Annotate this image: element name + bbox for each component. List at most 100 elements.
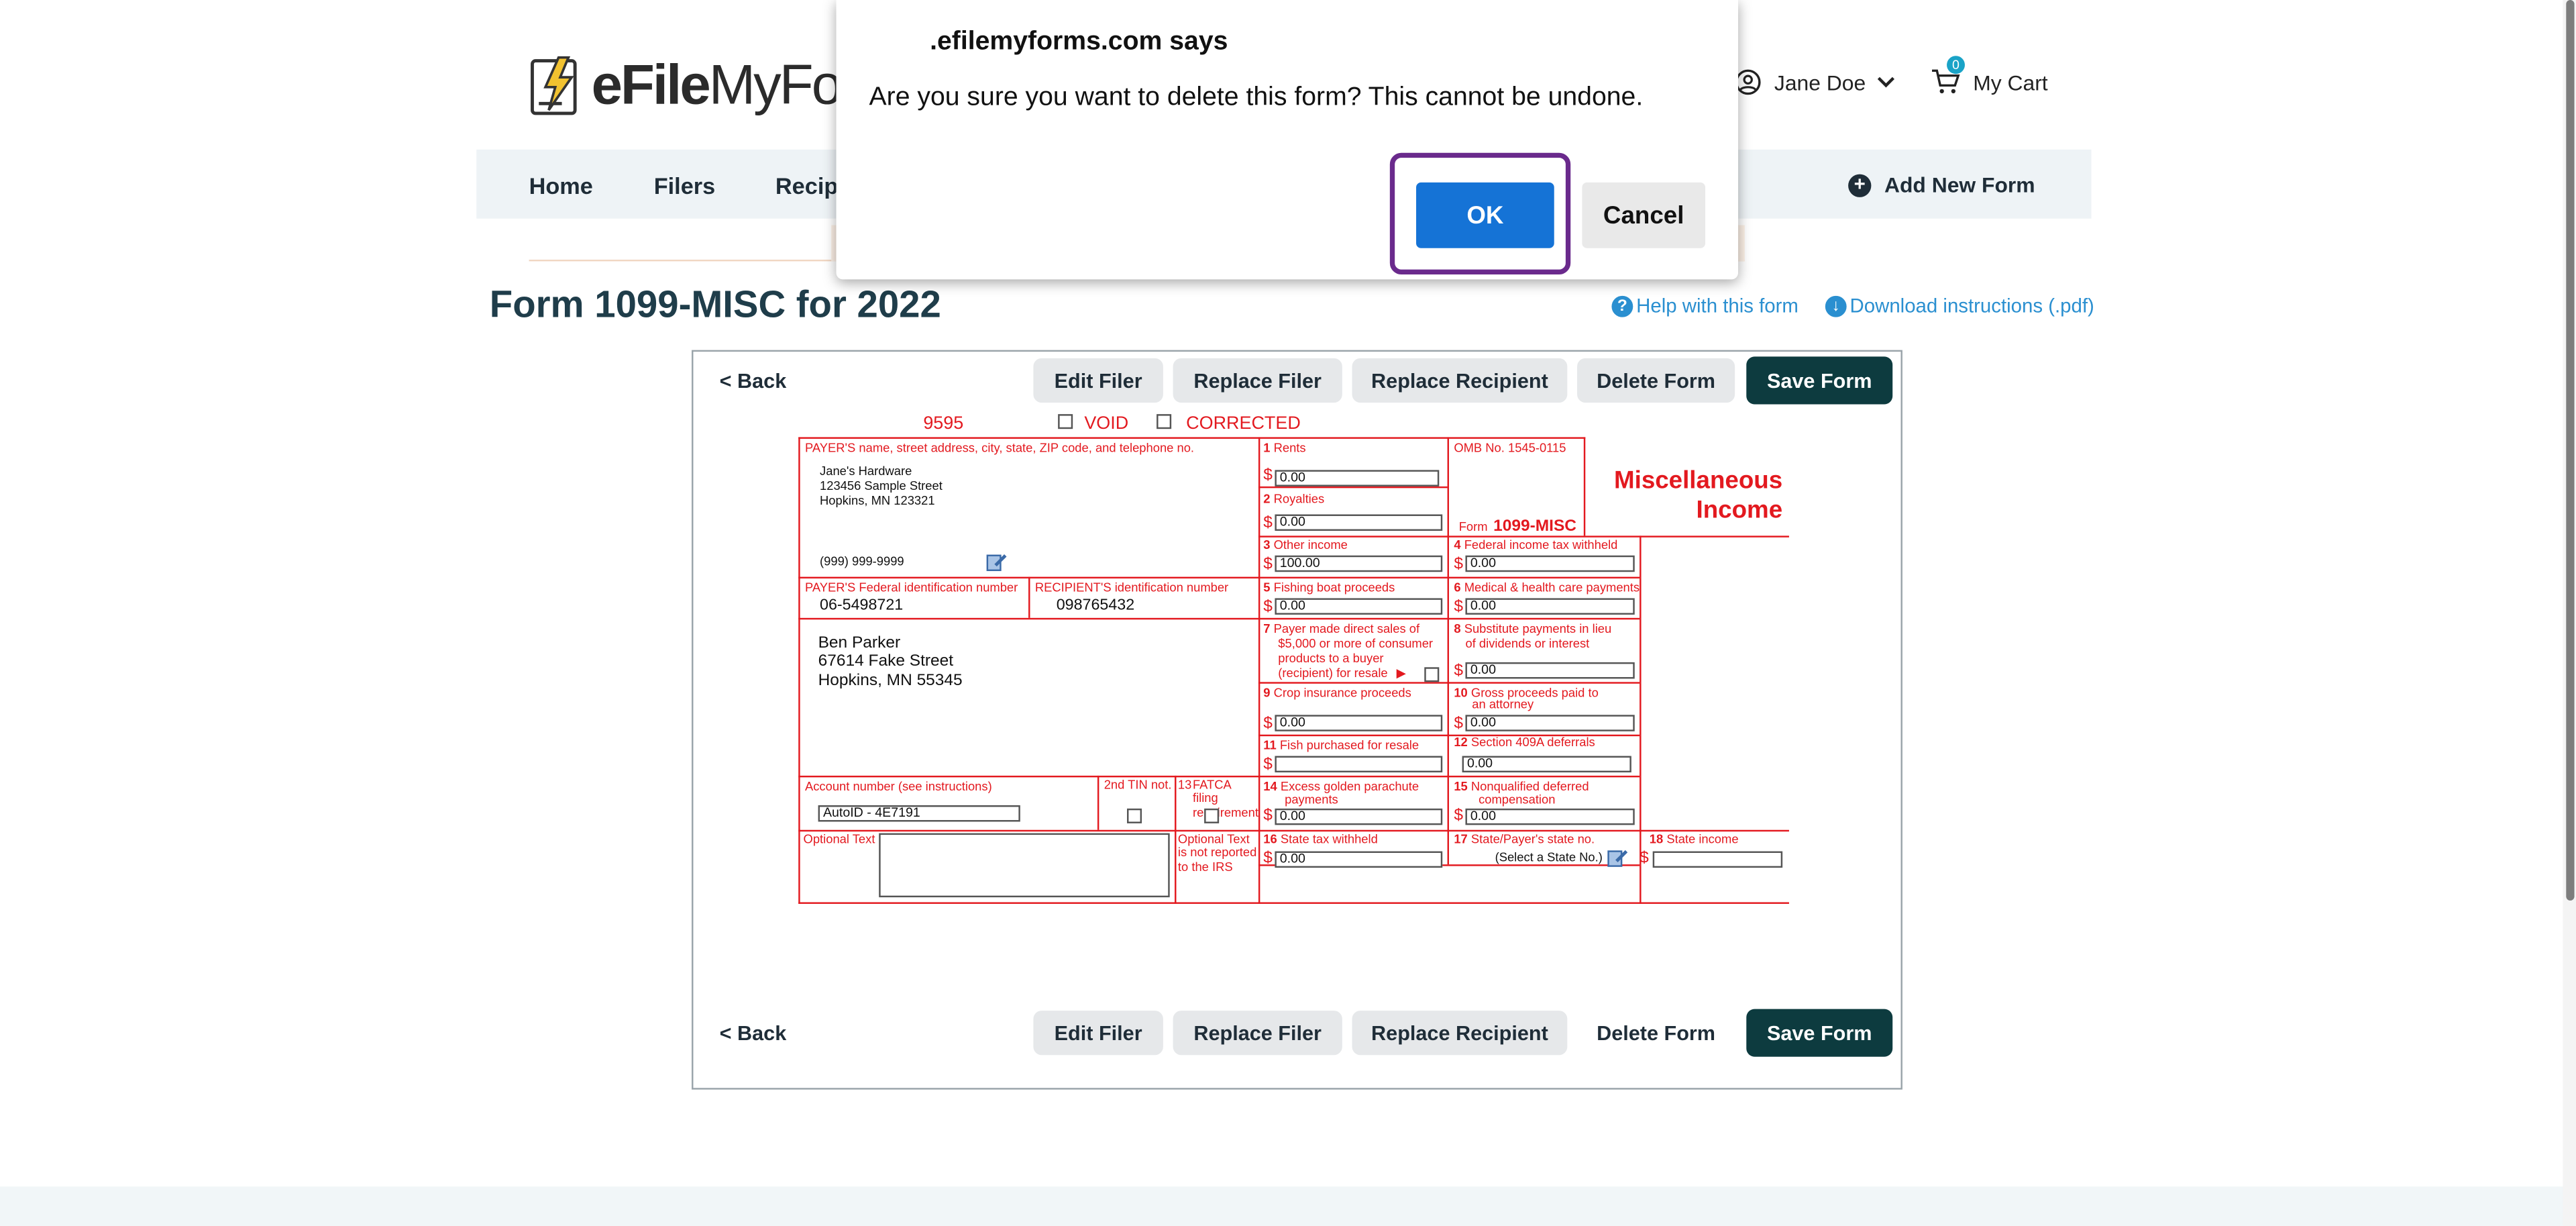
recipient-street: 67614 Fake Street — [818, 652, 954, 671]
payer-label: PAYER'S name, street address, city, stat… — [805, 440, 1195, 456]
optional-text-input[interactable] — [879, 833, 1170, 898]
help-icon: ? — [1611, 295, 1633, 317]
box7-label-3: products to a buyer — [1278, 650, 1384, 666]
page-title: Form 1099-MISC for 2022 — [489, 283, 941, 325]
box1-label: Rents — [1273, 440, 1306, 456]
user-name: Jane Doe — [1774, 70, 1866, 95]
form-1099-misc: 9595 VOID CORRECTED PAYER'S name, street… — [798, 411, 1789, 907]
replace-recipient-button-top[interactable]: Replace Recipient — [1352, 358, 1568, 403]
box5-fishing-input[interactable]: 0.00 — [1275, 598, 1443, 615]
box9-label: Crop insurance proceeds — [1273, 685, 1411, 701]
box1-rents-input[interactable]: 0.00 — [1275, 470, 1440, 487]
box8-label-1: Substitute payments in lieu — [1464, 621, 1612, 636]
box15-nonqualified-input[interactable]: 0.00 — [1465, 808, 1635, 825]
user-menu[interactable]: Jane Doe — [1735, 69, 1909, 95]
box9-crop-input[interactable]: 0.00 — [1275, 715, 1443, 731]
corrected-checkbox[interactable] — [1157, 414, 1172, 429]
confirm-dialog: .efilemyforms.com says Are you sure you … — [836, 0, 1739, 280]
replace-filer-button-bottom[interactable]: Replace Filer — [1173, 1011, 1342, 1056]
box6-medical-input[interactable]: 0.00 — [1465, 598, 1635, 615]
void-label: VOID — [1084, 414, 1129, 434]
nav-filers[interactable]: Filers — [654, 172, 715, 199]
box17-state-select[interactable]: (Select a State No.) — [1495, 850, 1603, 865]
form-name: 1099-MISC — [1493, 517, 1576, 536]
recipient-tin: 098765432 — [1056, 596, 1135, 615]
plus-icon: + — [1848, 172, 1872, 197]
omb-number: OMB No. 1545-0115 — [1454, 440, 1566, 456]
box8-substitute-input[interactable]: 0.00 — [1465, 662, 1635, 679]
box2-royalties-input[interactable]: 0.00 — [1275, 514, 1443, 531]
download-instructions-link[interactable]: ↓ Download instructions (.pdf) — [1825, 294, 2094, 317]
box14-parachute-input[interactable]: 0.00 — [1275, 808, 1443, 825]
second-tin-checkbox[interactable] — [1127, 808, 1142, 823]
logo[interactable]: eFileMyFor — [529, 52, 859, 118]
edit-state-icon[interactable] — [1607, 848, 1628, 868]
payer-name: Jane's Hardware — [820, 463, 912, 478]
cart-link[interactable]: 0 My Cart — [1931, 56, 2048, 95]
edit-payer-icon[interactable] — [985, 552, 1007, 572]
box12-deferrals-input[interactable]: 0.00 — [1462, 756, 1631, 773]
recipient-city: Hopkins, MN 55345 — [818, 672, 963, 691]
replace-filer-button-top[interactable]: Replace Filer — [1173, 358, 1342, 403]
save-form-button-top[interactable]: Save Form — [1746, 356, 1893, 405]
box4-federal-tax-input[interactable]: 0.00 — [1465, 555, 1635, 572]
payer-tin: 06-5498721 — [820, 596, 904, 615]
back-link-top[interactable]: < Back — [720, 370, 787, 393]
scrollbar[interactable] — [2563, 0, 2576, 1226]
box16-state-tax-input[interactable]: 0.00 — [1275, 851, 1443, 868]
edit-filer-button-top[interactable]: Edit Filer — [1033, 358, 1163, 403]
box7-label-4: (recipient) for resale — [1278, 665, 1388, 680]
box3-label: Other income — [1273, 537, 1348, 552]
back-link-bottom[interactable]: < Back — [720, 1022, 787, 1045]
box3-other-income-input[interactable]: 100.00 — [1275, 555, 1443, 572]
void-checkbox[interactable] — [1058, 414, 1073, 429]
box10-label-2: an attorney — [1472, 697, 1534, 712]
box8-label-2: of dividends or interest — [1465, 635, 1590, 651]
footer — [0, 1186, 2576, 1226]
payer-tin-label: PAYER'S Federal identification number — [805, 580, 1018, 595]
ok-button[interactable]: OK — [1416, 182, 1554, 248]
payer-city: Hopkins, MN 123321 — [820, 493, 935, 508]
box17-label: State/Payer's state no. — [1470, 831, 1595, 847]
box14-label-2: payments — [1285, 792, 1338, 807]
nav-home[interactable]: Home — [529, 172, 593, 199]
save-form-button-bottom[interactable]: Save Form — [1746, 1009, 1893, 1057]
box11-fish-input[interactable] — [1275, 756, 1443, 773]
payer-street: 123456 Sample Street — [820, 478, 943, 493]
help-link[interactable]: ? Help with this form — [1611, 294, 1799, 317]
cancel-button[interactable]: Cancel — [1582, 182, 1706, 248]
add-new-form-button[interactable]: + Add New Form — [1848, 172, 2035, 197]
account-number-input[interactable]: AutoID - 4E7191 — [818, 805, 1020, 822]
box18-state-income-input[interactable] — [1652, 851, 1783, 868]
dialog-message: Are you sure you want to delete this for… — [869, 83, 1644, 112]
payer-phone: (999) 999-9999 — [820, 554, 904, 569]
box7-label-1: Payer made direct sales of — [1273, 621, 1420, 636]
form-title-line1: Miscellaneous — [1614, 466, 1783, 495]
delete-form-button-bottom[interactable]: Delete Form — [1577, 1011, 1735, 1056]
box5-label: Fishing boat proceeds — [1273, 580, 1395, 595]
add-new-form-label: Add New Form — [1884, 172, 2035, 197]
corrected-label: CORRECTED — [1186, 414, 1301, 434]
box12-label: Section 409A deferrals — [1470, 734, 1595, 750]
form-title-line2: Income — [1696, 496, 1783, 525]
fatca-checkbox[interactable] — [1204, 808, 1220, 823]
arrow-right-icon: ▶ — [1396, 665, 1406, 680]
box4-label: Federal income tax withheld — [1464, 537, 1618, 552]
download-icon: ↓ — [1825, 295, 1847, 317]
scrollbar-thumb[interactable] — [2566, 0, 2575, 901]
recipient-name: Ben Parker — [818, 634, 901, 653]
box16-label: State tax withheld — [1280, 831, 1378, 847]
dialog-title: .efilemyforms.com says — [930, 28, 1228, 56]
optional-text-label: Optional Text — [803, 831, 875, 847]
box2-label: Royalties — [1273, 491, 1325, 507]
delete-form-button-top[interactable]: Delete Form — [1577, 358, 1735, 403]
user-icon — [1735, 69, 1761, 95]
nav-recipients[interactable]: Recipi — [775, 172, 845, 199]
logo-icon — [531, 56, 577, 115]
replace-recipient-button-bottom[interactable]: Replace Recipient — [1352, 1011, 1568, 1056]
box7-checkbox[interactable] — [1424, 667, 1440, 682]
edit-filer-button-bottom[interactable]: Edit Filer — [1033, 1011, 1163, 1056]
box10-attorney-input[interactable]: 0.00 — [1465, 715, 1635, 731]
box6-label: Medical & health care payments — [1464, 580, 1640, 595]
cart-label: My Cart — [1973, 70, 2048, 95]
